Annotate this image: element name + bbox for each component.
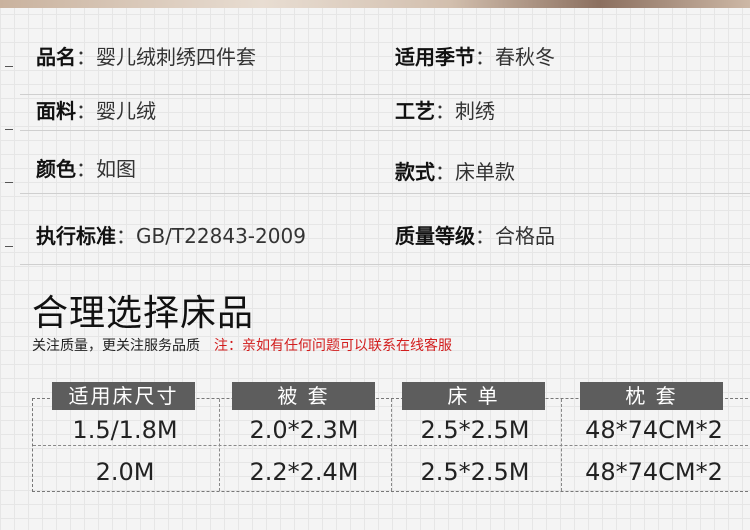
- spec-value: GB/T22843-2009: [136, 224, 306, 248]
- table-cell: 2.2*2.4M: [249, 458, 359, 486]
- spec-right: 适用季节：春秋冬: [395, 43, 555, 71]
- table-cell: 48*74CM*2: [585, 416, 723, 444]
- table-header-bed-sheet: 床 单: [402, 382, 545, 410]
- spec-separator: ：: [435, 99, 455, 123]
- row-tick: [5, 182, 13, 183]
- spec-separator: ：: [76, 45, 96, 69]
- table-cell: 2.0*2.3M: [249, 416, 359, 444]
- spec-label: 工艺: [395, 99, 435, 123]
- spec-separator: ：: [475, 224, 495, 248]
- spec-left: 执行标准：GB/T22843-2009: [36, 222, 306, 250]
- spec-left: 颜色：如图: [36, 155, 136, 183]
- spec-row: 颜色：如图 款式：床单款: [20, 155, 750, 194]
- row-tick: [5, 66, 13, 67]
- subnote-text: 关注质量，更关注服务品质: [32, 338, 200, 354]
- spec-value: 床单款: [455, 160, 515, 184]
- section-subnote: 关注质量，更关注服务品质 注：亲如有任何问题可以联系在线客服: [32, 336, 452, 356]
- spec-label: 质量等级: [395, 224, 475, 248]
- spec-value: 如图: [96, 157, 136, 181]
- spec-row: 面料：婴儿绒 工艺：刺绣: [20, 94, 750, 131]
- row-tick: [5, 246, 13, 247]
- spec-label: 面料: [36, 99, 76, 123]
- spec-label: 颜色: [36, 157, 76, 181]
- table-header-duvet-cover: 被 套: [232, 382, 375, 410]
- spec-right: 质量等级：合格品: [395, 222, 555, 250]
- table-cell: 1.5/1.8M: [72, 416, 178, 444]
- spec-separator: ：: [435, 160, 455, 184]
- spec-label: 品名: [36, 45, 76, 69]
- top-product-photo-strip: [0, 0, 750, 8]
- spec-separator: ：: [116, 224, 136, 248]
- spec-separator: ：: [475, 45, 495, 69]
- table-cell: 48*74CM*2: [585, 458, 723, 486]
- table-header-pillowcase: 枕 套: [580, 382, 723, 410]
- subnote-warning: 注：亲如有任何问题可以联系在线客服: [214, 338, 452, 354]
- spec-value: 合格品: [495, 224, 555, 248]
- spec-label: 适用季节: [395, 45, 475, 69]
- spec-separator: ：: [76, 99, 96, 123]
- spec-right: 款式：床单款: [395, 158, 515, 186]
- table-cell: 2.0M: [95, 458, 155, 486]
- spec-row: 执行标准：GB/T22843-2009 质量等级：合格品: [20, 218, 750, 265]
- spec-value: 婴儿绒: [96, 99, 156, 123]
- row-tick: [5, 129, 13, 130]
- spec-separator: ：: [76, 157, 96, 181]
- spec-label: 执行标准: [36, 224, 116, 248]
- spec-value: 春秋冬: [495, 45, 555, 69]
- table-cell: 2.5*2.5M: [420, 458, 530, 486]
- spec-value: 婴儿绒刺绣四件套: [96, 45, 256, 69]
- table-header-bed-size: 适用床尺寸: [52, 382, 195, 410]
- spec-value: 刺绣: [455, 99, 495, 123]
- table-cell: 2.5*2.5M: [420, 416, 530, 444]
- section-heading: 合理选择床品: [32, 293, 255, 334]
- spec-right: 工艺：刺绣: [395, 97, 495, 125]
- spec-left: 面料：婴儿绒: [36, 97, 156, 125]
- spec-row: 品名：婴儿绒刺绣四件套 适用季节：春秋冬: [20, 40, 750, 95]
- spec-label: 款式: [395, 160, 435, 184]
- spec-left: 品名：婴儿绒刺绣四件套: [36, 43, 256, 71]
